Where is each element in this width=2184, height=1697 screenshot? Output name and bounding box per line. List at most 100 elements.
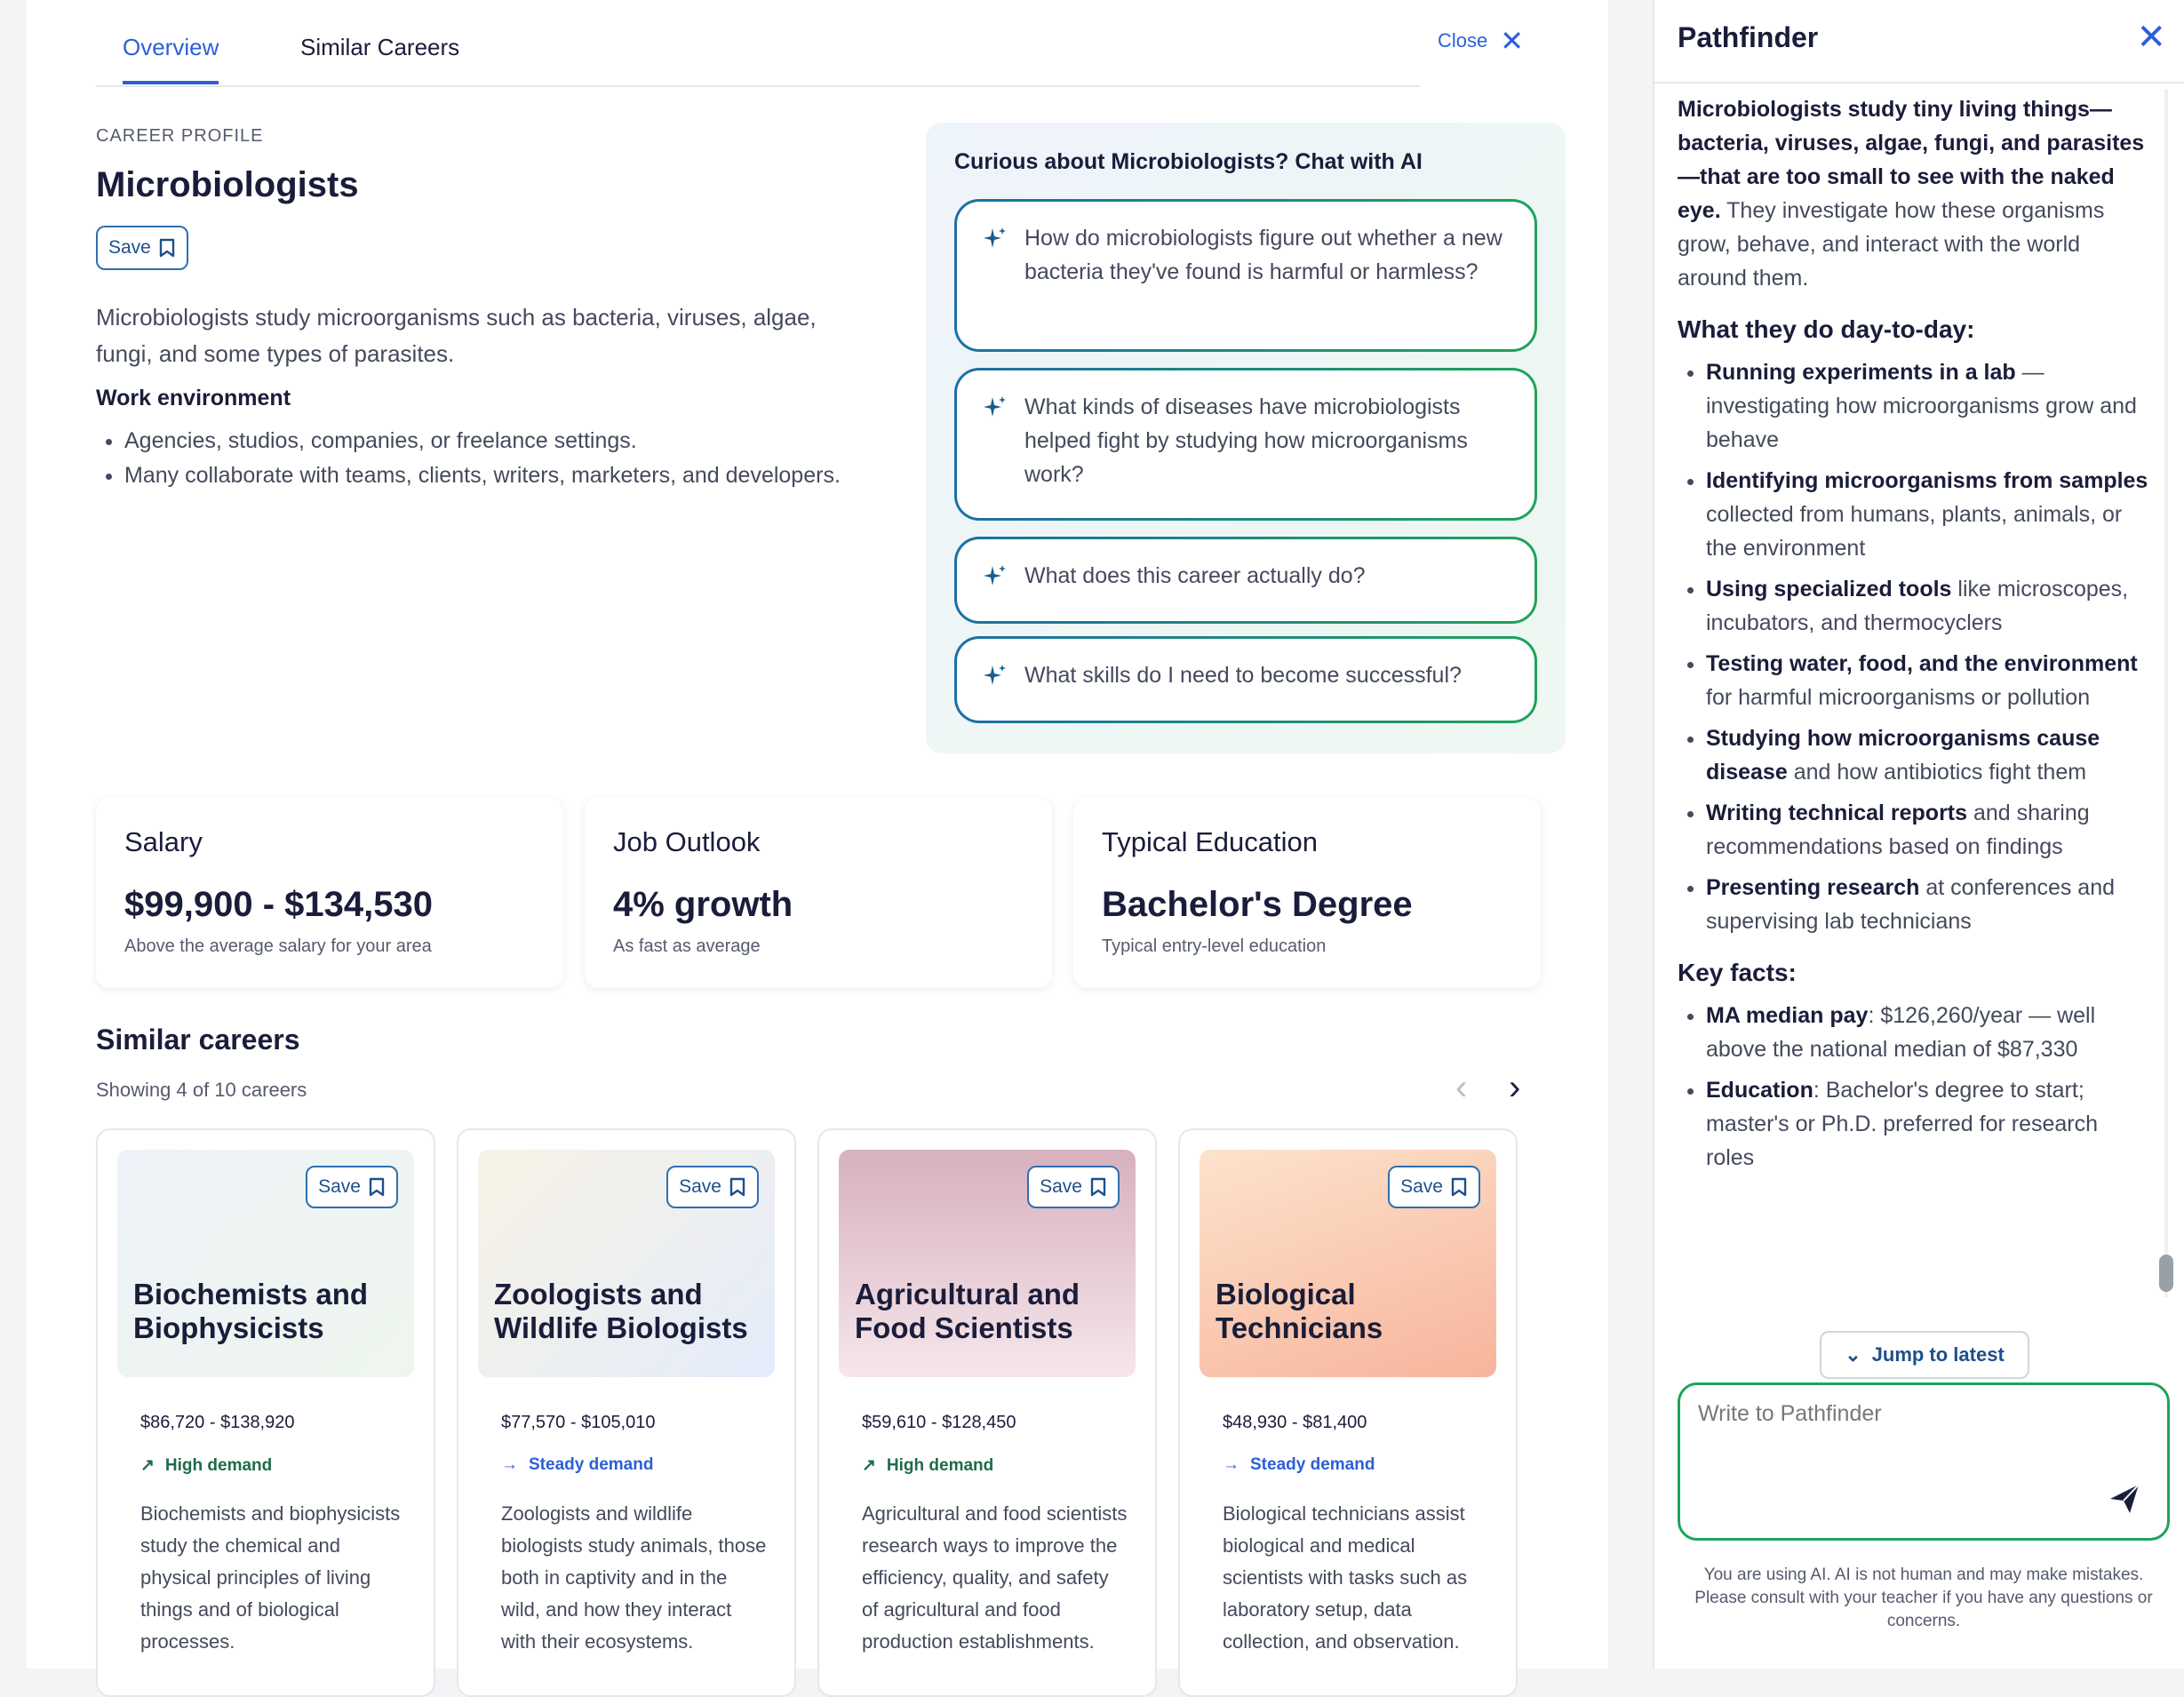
list-item: Education: Bachelor's degree to start; m… xyxy=(1706,1073,2148,1175)
list-item: Testing water, food, and the environment… xyxy=(1706,647,2148,714)
jump-label: Jump to latest xyxy=(1871,1343,2005,1366)
card-title: Zoologists and Wildlife Biologists xyxy=(494,1278,748,1344)
card-hero: Save Biological Technicians xyxy=(1200,1150,1496,1377)
sparkle-icon xyxy=(984,565,1006,586)
chat-panel-title: Curious about Microbiologists? Chat with… xyxy=(954,149,1423,174)
suggestion-button[interactable]: What kinds of diseases have microbiologi… xyxy=(954,368,1537,521)
list-item: Running experiments in a lab — investiga… xyxy=(1706,355,2148,457)
tab-bar: Overview Similar Careers xyxy=(96,0,1420,87)
similar-careers-heading: Similar careers xyxy=(96,1024,300,1056)
suggestion-button[interactable]: What skills do I need to become successf… xyxy=(954,636,1537,723)
card-description: Agricultural and food scientists researc… xyxy=(862,1502,1128,1653)
list-item: Agencies, studios, companies, or freelan… xyxy=(124,426,853,456)
chevron-left-icon[interactable]: ‹ xyxy=(1455,1070,1467,1105)
card-save-button[interactable]: Save xyxy=(1388,1166,1480,1208)
bookmark-icon xyxy=(1090,1177,1106,1197)
suggestion-button[interactable]: What does this career actually do? xyxy=(954,537,1537,624)
close-icon: ✕ xyxy=(1500,25,1525,57)
list-item: Many collaborate with teams, clients, wr… xyxy=(124,461,853,490)
demand-badge: → Steady demand xyxy=(1223,1455,1375,1475)
arrow-right-icon: → xyxy=(1223,1455,1239,1474)
list-item: Presenting research at conferences and s… xyxy=(1706,871,2148,938)
arrow-right-icon: → xyxy=(501,1455,518,1474)
career-card[interactable]: Save Biological Technicians $48,930 - $8… xyxy=(1178,1128,1518,1697)
sparkle-icon xyxy=(984,665,1006,685)
career-description: Microbiologists study microorganisms suc… xyxy=(96,304,817,367)
career-detail-panel: Overview Similar Careers Close ✕ CAREER … xyxy=(27,0,1608,1697)
divider xyxy=(1654,82,2184,84)
chevron-right-icon[interactable]: › xyxy=(1509,1070,1520,1105)
pathfinder-panel: Pathfinder ✕ Microbiologists study tiny … xyxy=(1653,0,2184,1669)
chat-compose-box[interactable] xyxy=(1678,1382,2170,1541)
chat-message: Microbiologists study tiny living things… xyxy=(1678,92,2148,1299)
card-hero: Save Agricultural and Food Scientists xyxy=(839,1150,1136,1377)
intro-rest: They investigate how these organisms gro… xyxy=(1678,198,2105,291)
career-card[interactable]: Save Biochemists and Biophysicists $86,7… xyxy=(96,1128,435,1697)
card-hero: Save Zoologists and Wildlife Biologists xyxy=(478,1150,775,1377)
career-profile-label: CAREER PROFILE xyxy=(96,126,264,146)
tab-overview[interactable]: Overview xyxy=(123,34,219,84)
tab-similar-careers[interactable]: Similar Careers xyxy=(300,34,459,61)
save-label: Save xyxy=(318,1176,361,1197)
card-save-button[interactable]: Save xyxy=(666,1166,759,1208)
stat-value: 4% growth xyxy=(613,885,793,924)
pathfinder-title: Pathfinder xyxy=(1678,21,1819,53)
jump-to-latest-button[interactable]: ⌄ Jump to latest xyxy=(1820,1331,2029,1379)
card-hero: Save Biochemists and Biophysicists xyxy=(117,1150,414,1377)
day-to-day-list: Running experiments in a lab — investiga… xyxy=(1678,355,2148,938)
job-outlook-card: Job Outlook 4% growth As fast as average xyxy=(585,798,1052,988)
scrollbar-thumb[interactable] xyxy=(2159,1255,2173,1292)
sparkle-icon xyxy=(984,227,1006,248)
career-card[interactable]: Save Zoologists and Wildlife Biologists … xyxy=(457,1128,796,1697)
key-facts-list: MA median pay: $126,260/year — well abov… xyxy=(1678,999,2148,1175)
career-card[interactable]: Save Agricultural and Food Scientists $5… xyxy=(817,1128,1157,1697)
close-button[interactable]: Close ✕ xyxy=(1438,27,1524,55)
suggestion-text: How do microbiologists figure out whethe… xyxy=(1024,226,1502,284)
send-icon[interactable] xyxy=(2107,1481,2142,1517)
trend-up-icon: ↗ xyxy=(140,1456,155,1475)
ai-disclaimer: You are using AI. AI is not human and ma… xyxy=(1694,1566,2153,1630)
scrollbar-track[interactable] xyxy=(2164,89,2168,1297)
save-button[interactable]: Save xyxy=(96,226,188,270)
stat-subtext: Above the average salary for your area xyxy=(124,936,432,956)
stat-value: Bachelor's Degree xyxy=(1102,885,1413,924)
list-item: Studying how microorganisms cause diseas… xyxy=(1706,721,2148,789)
stat-value: $99,900 - $134,530 xyxy=(124,885,433,924)
bookmark-icon xyxy=(729,1177,745,1197)
card-salary: $59,610 - $128,450 xyxy=(862,1413,1016,1432)
save-label: Save xyxy=(679,1176,721,1197)
close-icon[interactable]: ✕ xyxy=(2136,20,2166,55)
card-description: Biochemists and biophysicists study the … xyxy=(140,1502,401,1653)
message-intro: Microbiologists study tiny living things… xyxy=(1678,92,2148,295)
chat-input[interactable] xyxy=(1698,1401,2116,1427)
stat-subtext: As fast as average xyxy=(613,936,761,956)
list-item: Writing technical reports and sharing re… xyxy=(1706,796,2148,864)
day-to-day-heading: What they do day-to-day: xyxy=(1678,315,1975,343)
card-title: Biological Technicians xyxy=(1216,1278,1383,1344)
ai-chat-suggestions-panel: Curious about Microbiologists? Chat with… xyxy=(926,123,1566,753)
save-label: Save xyxy=(1040,1176,1082,1197)
save-label: Save xyxy=(1400,1176,1443,1197)
list-item: MA median pay: $126,260/year — well abov… xyxy=(1706,999,2148,1066)
demand-badge: → Steady demand xyxy=(501,1455,653,1475)
trend-up-icon: ↗ xyxy=(862,1456,876,1475)
key-facts-heading: Key facts: xyxy=(1678,959,1797,986)
card-title: Biochemists and Biophysicists xyxy=(133,1278,369,1344)
card-salary: $86,720 - $138,920 xyxy=(140,1413,295,1432)
card-save-button[interactable]: Save xyxy=(1027,1166,1120,1208)
suggestion-text: What does this career actually do? xyxy=(1024,563,1366,588)
card-title: Agricultural and Food Scientists xyxy=(855,1278,1080,1344)
close-label: Close xyxy=(1438,29,1488,52)
list-item: Identifying microorganisms from samples … xyxy=(1706,464,2148,565)
card-description: Biological technicians assist biological… xyxy=(1223,1502,1468,1653)
stat-label: Job Outlook xyxy=(613,826,761,857)
demand-label: Steady demand xyxy=(1250,1455,1375,1474)
similar-careers-count: Showing 4 of 10 careers xyxy=(96,1079,307,1101)
sparkle-icon xyxy=(984,396,1006,417)
demand-label: High demand xyxy=(164,1455,273,1475)
work-environment-list: Agencies, studios, companies, or freelan… xyxy=(124,426,853,496)
card-save-button[interactable]: Save xyxy=(306,1166,398,1208)
card-description: Zoologists and wildlife biologists study… xyxy=(501,1502,767,1653)
demand-label: High demand xyxy=(886,1455,994,1475)
suggestion-button[interactable]: How do microbiologists figure out whethe… xyxy=(954,199,1537,352)
